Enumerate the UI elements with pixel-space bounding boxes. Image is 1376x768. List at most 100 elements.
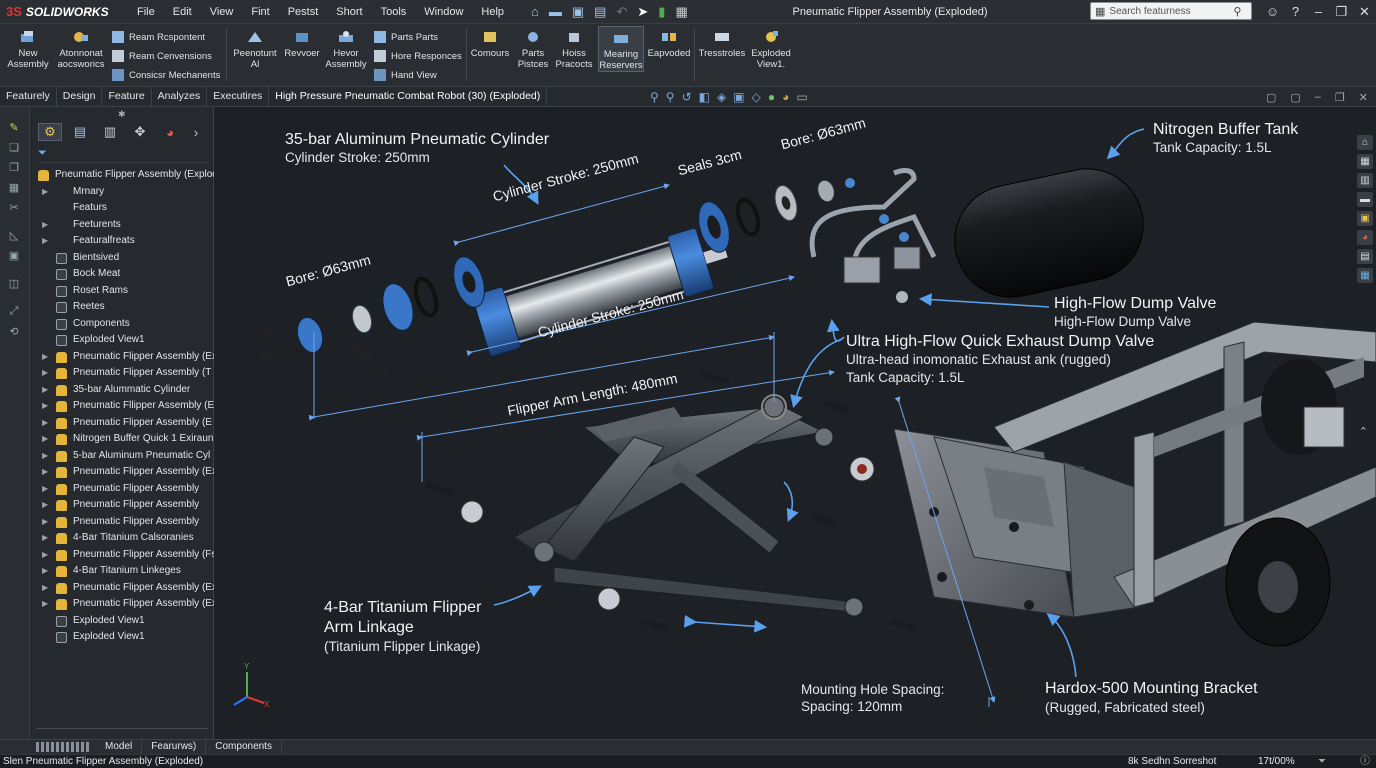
- section-view-icon[interactable]: ◧: [699, 90, 710, 104]
- doc-close-button[interactable]: ✕: [1359, 91, 1368, 104]
- tree-item[interactable]: ▶ Pneumatic Flipper Assembly (E: [30, 415, 214, 432]
- exploded-view-button[interactable]: Exploded View1.: [748, 26, 794, 70]
- tree-item[interactable]: ▶ 5-bar Aluminum Pneumatic Cyl: [30, 448, 214, 465]
- scene-icon[interactable]: ◕: [782, 90, 789, 104]
- expand-arrow-icon[interactable]: ▶: [42, 184, 48, 201]
- sketch-icon[interactable]: ✎: [7, 121, 21, 134]
- tree-item[interactable]: Bock Meat: [30, 266, 214, 283]
- expand-arrow-icon[interactable]: ▶: [42, 431, 48, 448]
- mate-icon[interactable]: ▣: [7, 249, 21, 262]
- menu-pestst[interactable]: Pestst: [279, 0, 328, 24]
- flipper-arm-linkage[interactable]: [426, 372, 917, 631]
- tree-item[interactable]: ▶ Pneumatic Flipper Assembly (Ex: [30, 464, 214, 481]
- tree-item[interactable]: Roset Rams: [30, 283, 214, 300]
- close-button[interactable]: ✕: [1353, 0, 1376, 24]
- expand-arrow-icon[interactable]: ▶: [42, 530, 48, 547]
- bottom-tab-fearurws-[interactable]: Fearurws): [142, 740, 207, 754]
- save-icon[interactable]: ▣: [572, 4, 584, 20]
- eapvoded-button[interactable]: Eapvoded: [646, 26, 692, 59]
- expand-arrow-icon[interactable]: ▶: [42, 233, 48, 250]
- view-settings-icon[interactable]: ▭: [796, 90, 807, 104]
- rebuild-icon[interactable]: ▮: [658, 4, 665, 20]
- expand-arrow-icon[interactable]: ▶: [42, 349, 48, 366]
- appearance-icon[interactable]: ●: [768, 90, 775, 104]
- expand-pane-icon[interactable]: ⌃: [1359, 425, 1368, 438]
- tree-item[interactable]: ▶ Pneumatic Flipper Assembly (T: [30, 365, 214, 382]
- rotate-icon[interactable]: ⟲: [7, 325, 21, 338]
- expand-arrow-icon[interactable]: ▶: [42, 580, 48, 597]
- tree-item[interactable]: ▶ Featuralfreats: [30, 233, 214, 250]
- tab-executires[interactable]: Executires: [207, 87, 270, 106]
- bottom-tab-components[interactable]: Components: [206, 740, 282, 754]
- tab-feature[interactable]: Feature: [102, 87, 152, 106]
- consider-mechanents-button[interactable]: Consicsr Mechanents: [112, 66, 220, 84]
- expand-arrow-icon[interactable]: ▶: [42, 464, 48, 481]
- panel-grip-icon[interactable]: ✱: [118, 109, 126, 120]
- expand-arrow-icon[interactable]: ▶: [42, 398, 48, 415]
- feature-manager-tab-icon[interactable]: ⚙: [38, 123, 62, 141]
- zoom-to-fit-icon[interactable]: ⚲: [650, 90, 659, 104]
- new-assembly-button[interactable]: New Assembly: [4, 26, 52, 70]
- grid-icon[interactable]: ▦: [7, 181, 21, 194]
- status-dropdown-icon[interactable]: ⏷: [1318, 755, 1326, 768]
- menu-help[interactable]: Help: [472, 0, 513, 24]
- search-icon[interactable]: ⚲: [1233, 5, 1241, 18]
- doc-restore-icon[interactable]: ▢: [1266, 91, 1276, 104]
- expand-arrow-icon[interactable]: ▶: [42, 596, 48, 613]
- view-palette-icon[interactable]: ▣: [1357, 211, 1373, 226]
- hevor-assembly-button[interactable]: Hevor Assembly: [322, 26, 370, 70]
- filter-icon[interactable]: ⏷: [38, 147, 47, 159]
- tree-item[interactable]: ▶ Pneumatic Flipper Assembly: [30, 514, 214, 531]
- expand-arrow-icon[interactable]: ▶: [42, 497, 48, 514]
- tree-item[interactable]: Pneumatic Flipper Assembly (Explod: [30, 167, 214, 184]
- status-info-icon[interactable]: ⓘ: [1360, 755, 1370, 768]
- measure-icon[interactable]: ◺: [7, 229, 21, 242]
- parts-pistces-button[interactable]: Parts Pistces: [512, 26, 554, 70]
- home-icon[interactable]: ⌂: [531, 4, 539, 19]
- solidworks-forum-icon[interactable]: ▦: [1357, 268, 1373, 283]
- select-cursor-icon[interactable]: ➤: [637, 4, 648, 20]
- expand-arrow-icon[interactable]: ▶: [42, 382, 48, 399]
- minimize-button[interactable]: –: [1307, 0, 1330, 24]
- file-explorer-icon[interactable]: ▬: [1357, 192, 1373, 207]
- hore-responces-button[interactable]: Hore Responces: [374, 47, 462, 65]
- tree-item[interactable]: ▶ Nitrogen Buffer Quick 1 Exiraun: [30, 431, 214, 448]
- hide-show-icon[interactable]: ◇: [752, 90, 761, 104]
- menu-edit[interactable]: Edit: [164, 0, 201, 24]
- bottom-tab-model[interactable]: Model: [96, 740, 143, 754]
- pattern-icon[interactable]: ◫: [7, 277, 21, 290]
- search-box[interactable]: ▦ ⚲: [1090, 2, 1252, 20]
- copy-icon[interactable]: ❏: [7, 141, 21, 154]
- zoom-area-icon[interactable]: ⚲: [666, 90, 675, 104]
- tree-item[interactable]: ▶ Pneumatic Flipper Assembly (Fs: [30, 547, 214, 564]
- tree-item[interactable]: ▶ 4-Bar Titanium Calsoranies: [30, 530, 214, 547]
- user-icon[interactable]: ☺: [1261, 0, 1284, 24]
- menu-view[interactable]: View: [201, 0, 243, 24]
- display-style-icon[interactable]: ▣: [733, 90, 744, 104]
- mounting-bracket[interactable]: [893, 428, 1140, 618]
- expand-arrow-icon[interactable]: ▶: [42, 448, 48, 465]
- tree-item[interactable]: Featurs: [30, 200, 214, 217]
- tree-item[interactable]: Components: [30, 316, 214, 333]
- doc-tile-icon[interactable]: ▢: [1290, 91, 1300, 104]
- view-orientation-icon[interactable]: ◈: [717, 90, 726, 104]
- menu-short[interactable]: Short: [327, 0, 371, 24]
- document-tab[interactable]: High Pressure Pneumatic Combat Robot (30…: [269, 87, 548, 106]
- tab-featurely[interactable]: Featurely: [0, 87, 57, 106]
- menu-window[interactable]: Window: [415, 0, 472, 24]
- tree-item[interactable]: Exploded View1: [30, 613, 214, 630]
- tree-item[interactable]: ▶ Pneumatic Flipper Assembly: [30, 481, 214, 498]
- tree-item[interactable]: ▶ Pneumatic Flipper Assembly (Ex: [30, 349, 214, 366]
- open-folder-icon[interactable]: ▬: [549, 4, 562, 19]
- menu-tools[interactable]: Tools: [372, 0, 416, 24]
- configuration-manager-tab-icon[interactable]: ▥: [98, 123, 122, 141]
- revvoer-button[interactable]: Revvoer: [282, 26, 322, 59]
- search-input[interactable]: [1109, 5, 1230, 17]
- zoom-level-text[interactable]: 17t/00%: [1258, 755, 1295, 768]
- mearing-reservers-button[interactable]: Mearing Reservers: [598, 26, 644, 72]
- print-icon[interactable]: ▤: [594, 4, 606, 20]
- paste-icon[interactable]: ❐: [7, 161, 21, 174]
- tree-item[interactable]: Reetes: [30, 299, 214, 316]
- expand-arrow-icon[interactable]: ▶: [42, 217, 48, 234]
- app-logo[interactable]: 3S SOLIDWORKS: [0, 4, 128, 19]
